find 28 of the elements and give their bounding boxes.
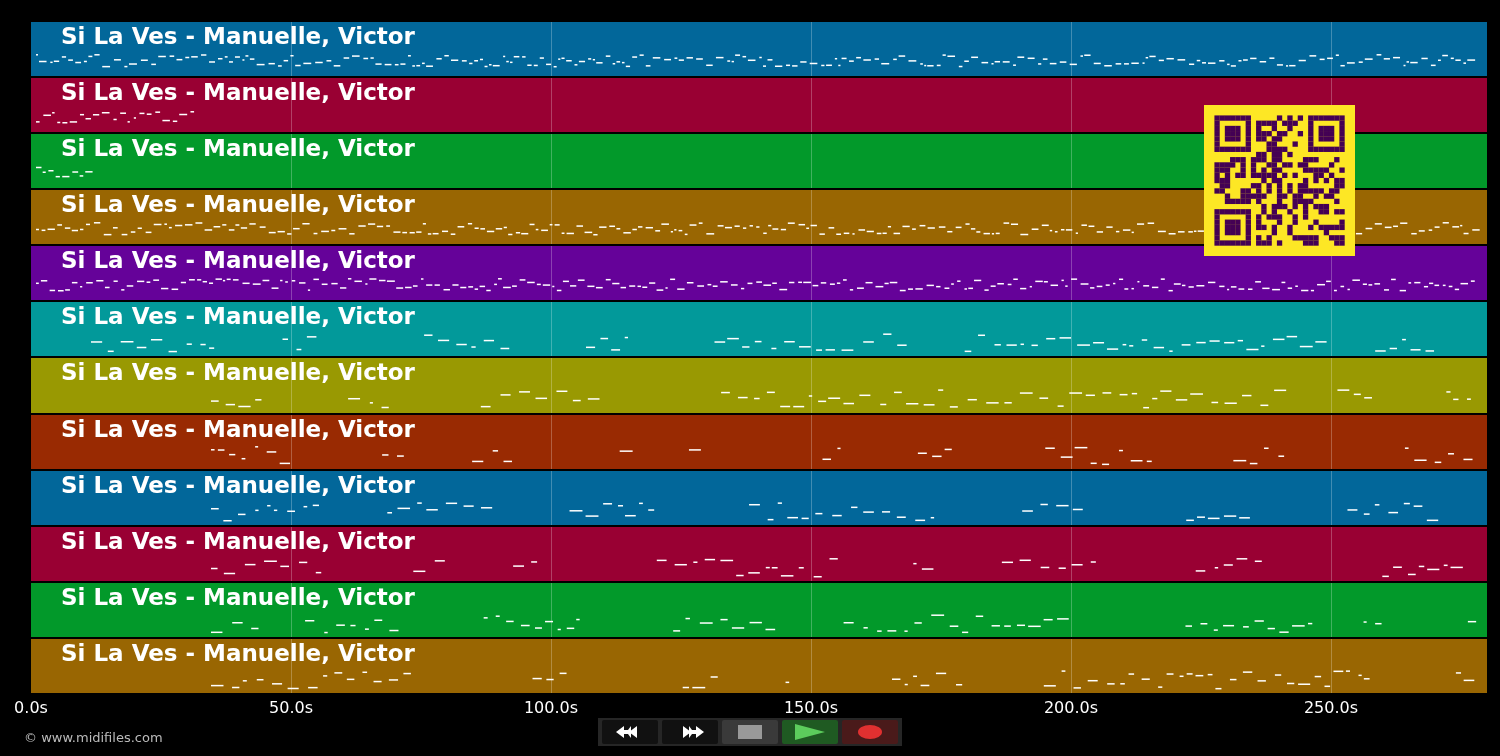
time-tick-label: 150.0s <box>783 697 839 719</box>
stop-button[interactable] <box>722 720 778 744</box>
fast-forward-button[interactable] <box>662 720 718 744</box>
track-label: Si La Ves - Manuelle, Victor <box>61 190 415 219</box>
track-label: Si La Ves - Manuelle, Victor <box>61 526 415 555</box>
time-tick-label: 200.0s <box>1043 697 1099 719</box>
track-label: Si La Ves - Manuelle, Victor <box>61 78 415 107</box>
track-label: Si La Ves - Manuelle, Victor <box>61 582 415 611</box>
time-tick-label: 50.0s <box>269 697 313 719</box>
track-label: Si La Ves - Manuelle, Victor <box>61 470 415 499</box>
time-tick-label: 250.0s <box>1303 697 1359 719</box>
track-label: Si La Ves - Manuelle, Victor <box>61 358 415 387</box>
time-tick-label: 100.0s <box>523 697 579 719</box>
copyright-text: © www.midifiles.com <box>24 729 163 747</box>
record-icon <box>858 725 882 739</box>
track-label: Si La Ves - Manuelle, Victor <box>61 302 415 331</box>
rewind-button[interactable] <box>602 720 658 744</box>
track-label: Si La Ves - Manuelle, Victor <box>61 246 415 275</box>
track-label: Si La Ves - Manuelle, Victor <box>61 22 415 50</box>
play-button[interactable] <box>782 720 838 744</box>
track-label: Si La Ves - Manuelle, Victor <box>61 134 415 163</box>
stop-icon <box>738 725 762 739</box>
qr-code-icon <box>1204 105 1355 256</box>
track-label: Si La Ves - Manuelle, Victor <box>61 414 415 443</box>
track-label: Si La Ves - Manuelle, Victor <box>61 638 415 667</box>
time-tick-label: 0.0s <box>14 697 48 719</box>
play-icon <box>795 724 825 740</box>
record-button[interactable] <box>842 720 898 744</box>
